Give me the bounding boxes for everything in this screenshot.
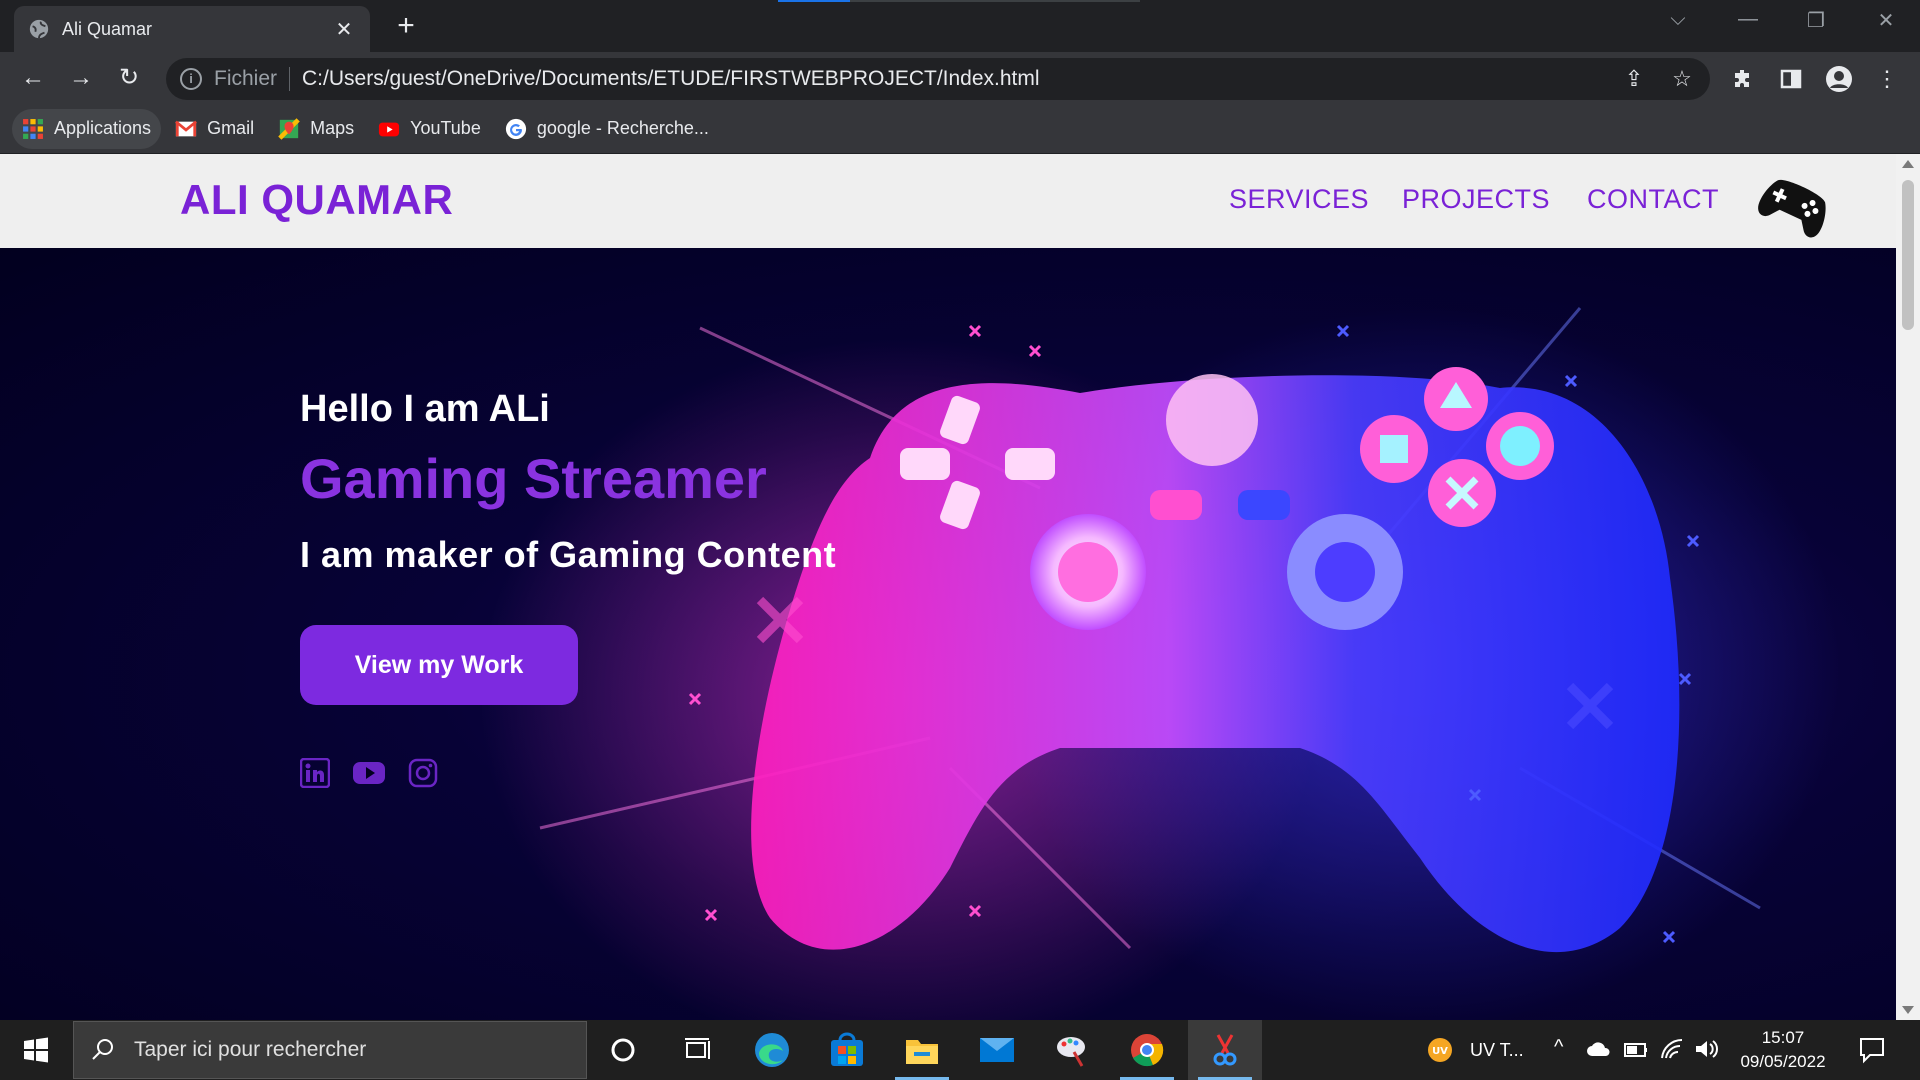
- globe-icon: [29, 19, 49, 39]
- scroll-up-icon[interactable]: [1902, 160, 1914, 168]
- linkedin-icon[interactable]: [300, 758, 330, 788]
- notification-center-icon[interactable]: [1858, 1036, 1886, 1064]
- windows-start-icon[interactable]: [0, 1020, 70, 1080]
- bookmark-star-icon[interactable]: ☆: [1670, 67, 1694, 91]
- bookmarks-bar: Applications Gmail Maps YouTube google -…: [0, 104, 1920, 154]
- close-window-button[interactable]: ✕: [1866, 8, 1906, 33]
- reload-button[interactable]: ↻: [114, 64, 144, 94]
- minimize-button[interactable]: —: [1728, 8, 1768, 31]
- browser-tab[interactable]: Ali Quamar ✕: [14, 6, 370, 52]
- bookmark-label: Maps: [310, 118, 355, 138]
- bookmark-label: YouTube: [410, 118, 481, 138]
- nav-contact[interactable]: CONTACT: [1587, 184, 1719, 215]
- address-separator: [289, 67, 291, 91]
- profile-avatar-icon[interactable]: [1824, 64, 1854, 94]
- extensions-icon[interactable]: [1728, 64, 1758, 94]
- task-view-icon[interactable]: [660, 1020, 734, 1080]
- hero-tagline: I am maker of Gaming Content: [300, 534, 837, 575]
- bookmark-maps[interactable]: Maps: [268, 109, 364, 149]
- onedrive-cloud-icon[interactable]: [1586, 1040, 1612, 1058]
- scroll-down-icon[interactable]: [1902, 1006, 1914, 1014]
- url-text[interactable]: C:/Users/guest/OneDrive/Documents/ETUDE/…: [302, 67, 1040, 91]
- search-icon: [92, 1039, 113, 1060]
- view-work-button[interactable]: View my Work: [300, 625, 578, 705]
- taskbar-search[interactable]: Taper ici pour rechercher: [73, 1021, 587, 1079]
- restore-button[interactable]: ❐: [1796, 8, 1836, 33]
- forward-button[interactable]: →: [66, 64, 96, 94]
- loading-bar: [778, 0, 1140, 2]
- tab-title: Ali Quamar: [62, 18, 153, 39]
- gmail-icon: [175, 120, 198, 136]
- tab-search-icon[interactable]: ⌵: [1658, 8, 1698, 31]
- browser-toolbar: ← → ↻ i Fichier C:/Users/guest/OneDrive/…: [0, 52, 1920, 104]
- scrollbar-thumb[interactable]: [1902, 180, 1914, 330]
- edge-icon[interactable]: [735, 1020, 809, 1080]
- volume-icon[interactable]: [1694, 1038, 1720, 1060]
- youtube-icon: [379, 122, 400, 136]
- tab-strip: Ali Quamar ✕ + ⌵ — ❐ ✕: [0, 0, 1920, 52]
- side-panel-icon[interactable]: [1776, 64, 1806, 94]
- paint-icon[interactable]: [1035, 1020, 1109, 1080]
- weather-uv-icon[interactable]: UV: [1424, 1034, 1456, 1066]
- file-explorer-icon[interactable]: [885, 1020, 959, 1080]
- wifi-icon[interactable]: [1660, 1038, 1684, 1060]
- system-clock[interactable]: 15:07 09/05/2022: [1728, 1026, 1838, 1074]
- bookmark-label: Gmail: [207, 118, 255, 138]
- bookmark-gmail[interactable]: Gmail: [165, 109, 264, 149]
- hero-section: Hello I am ALi Gaming Streamer I am make…: [0, 248, 1896, 1020]
- site-header: ALI QUAMAR SERVICES PROJECTS CONTACT: [0, 154, 1896, 248]
- nav-services[interactable]: SERVICES: [1229, 184, 1369, 215]
- snipping-tool-icon[interactable]: [1188, 1020, 1262, 1080]
- new-tab-button[interactable]: +: [390, 11, 422, 43]
- hero-greeting: Hello I am ALi: [300, 388, 550, 430]
- google-icon: [505, 118, 526, 139]
- cortana-icon[interactable]: [586, 1020, 660, 1080]
- bookmark-label: google - Recherche...: [536, 118, 709, 138]
- info-icon[interactable]: i: [180, 68, 202, 90]
- svg-text:UV: UV: [1432, 1046, 1448, 1057]
- page-scrollbar[interactable]: [1896, 154, 1920, 1020]
- search-placeholder: Taper ici pour rechercher: [134, 1038, 367, 1061]
- maps-icon: [278, 117, 300, 140]
- weather-label[interactable]: UV T...: [1470, 1040, 1524, 1061]
- hero-gamepad-illustration: [480, 307, 1840, 1020]
- address-bar[interactable]: i Fichier C:/Users/guest/OneDrive/Docume…: [166, 58, 1710, 100]
- close-tab-icon[interactable]: ✕: [332, 17, 356, 42]
- bookmark-youtube[interactable]: YouTube: [368, 109, 491, 149]
- scheme-label: Fichier: [214, 67, 278, 90]
- gamepad-icon[interactable]: [1756, 168, 1836, 238]
- back-button[interactable]: ←: [18, 64, 48, 94]
- tray-chevron-up-icon[interactable]: ^: [1554, 1036, 1563, 1059]
- chrome-icon[interactable]: [1110, 1020, 1184, 1080]
- page-viewport: ALI QUAMAR SERVICES PROJECTS CONTACT Hel…: [0, 154, 1896, 1020]
- youtube-icon[interactable]: [352, 758, 386, 788]
- apps-grid-icon: [23, 118, 43, 139]
- mail-icon[interactable]: [960, 1020, 1034, 1080]
- bookmark-label: Applications: [54, 118, 152, 138]
- nav-projects[interactable]: PROJECTS: [1402, 184, 1550, 215]
- taskbar: Taper ici pour rechercher UV UV T... ^ 1…: [0, 1020, 1920, 1080]
- battery-icon[interactable]: [1624, 1042, 1648, 1058]
- clock-date: 09/05/2022: [1740, 1052, 1826, 1071]
- bookmark-google[interactable]: google - Recherche...: [495, 109, 719, 149]
- clock-time: 15:07: [1761, 1028, 1805, 1047]
- bookmark-applications[interactable]: Applications: [12, 108, 162, 149]
- hero-role: Gaming Streamer: [300, 447, 767, 510]
- menu-kebab-icon[interactable]: ⋮: [1872, 64, 1902, 94]
- store-icon[interactable]: [810, 1020, 884, 1080]
- share-icon[interactable]: ⇪: [1622, 67, 1646, 91]
- site-logo[interactable]: ALI QUAMAR: [180, 176, 453, 224]
- instagram-icon[interactable]: [408, 758, 438, 788]
